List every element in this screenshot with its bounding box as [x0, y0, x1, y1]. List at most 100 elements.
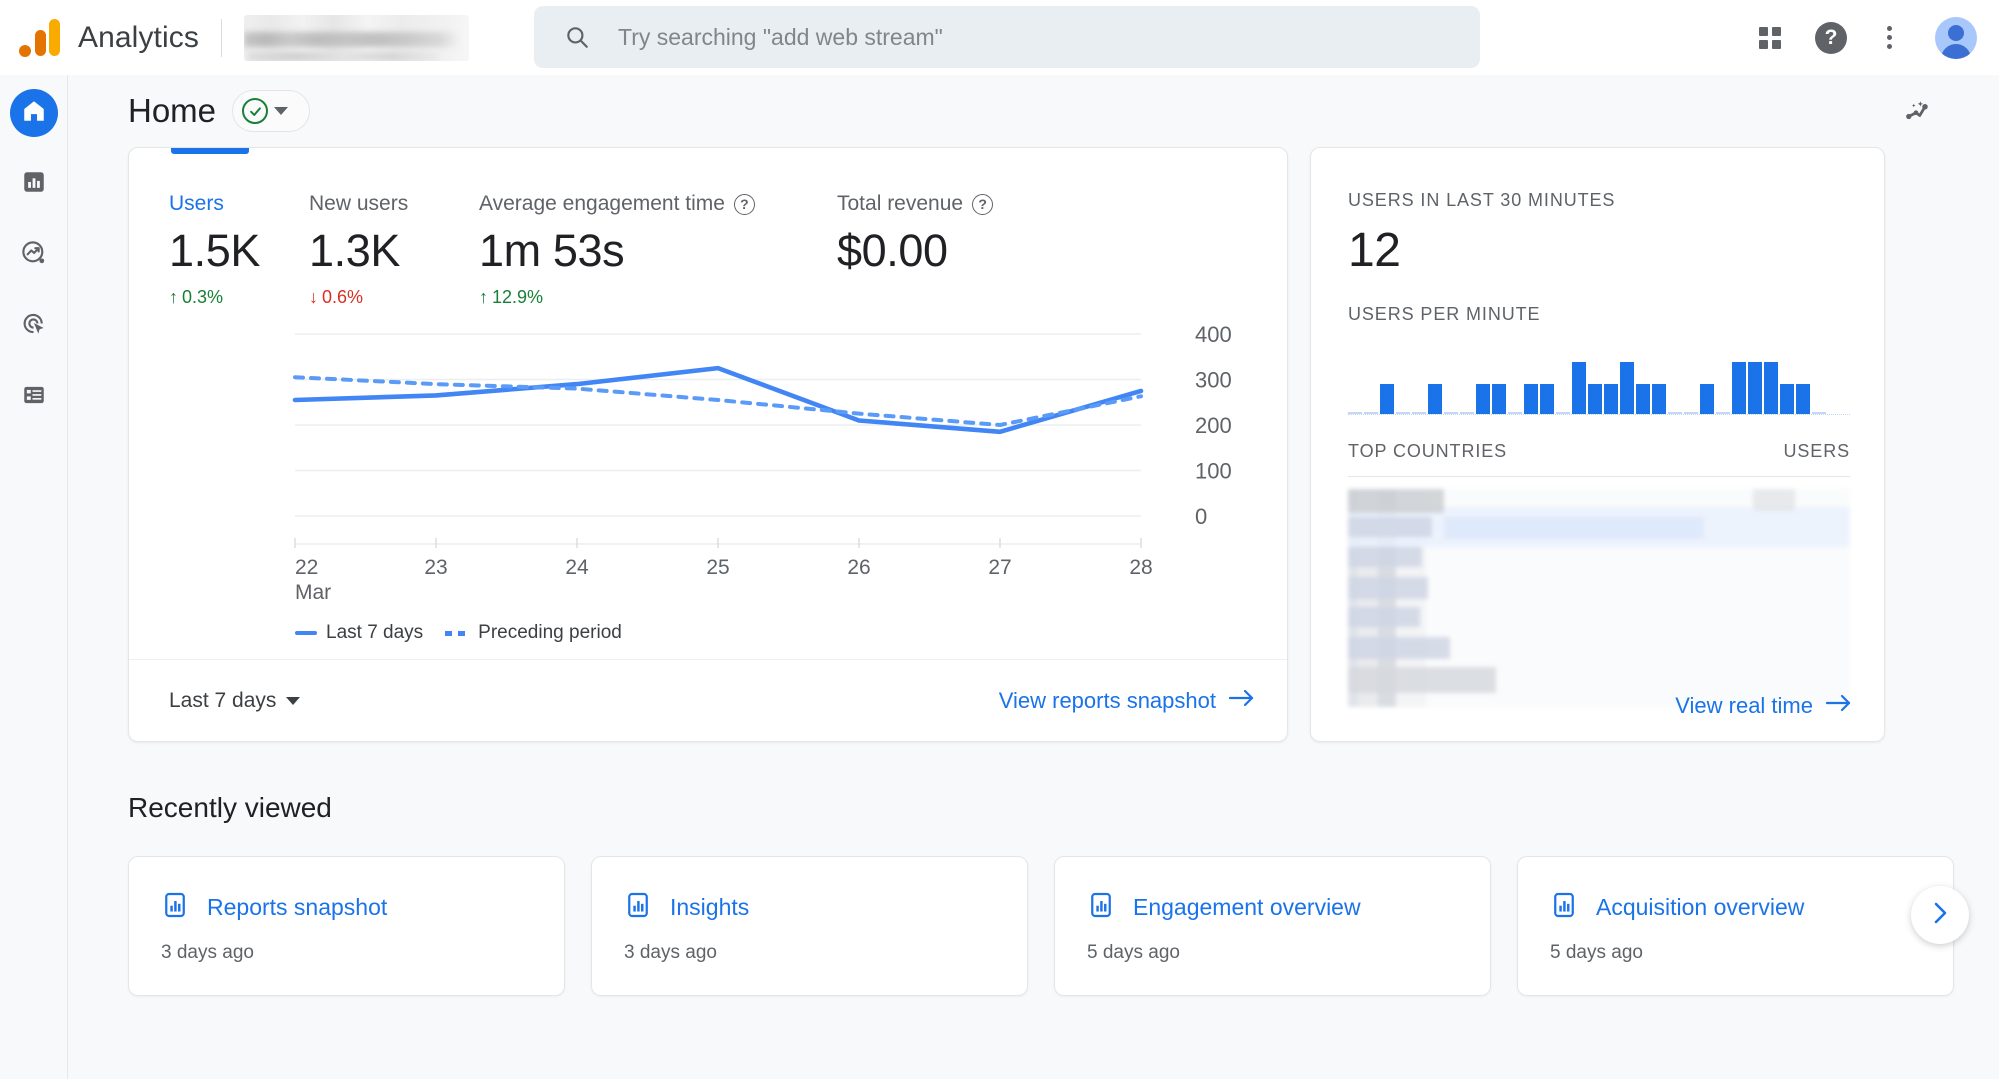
metric-average-engagement-time[interactable]: Average engagement time ? 1m 53s ↑ 12.9% [479, 192, 837, 308]
property-selector[interactable] [244, 15, 469, 61]
users-per-minute-bar [1636, 384, 1650, 414]
help-tooltip-icon[interactable]: ? [734, 194, 755, 215]
users-per-minute-bar [1540, 384, 1554, 414]
metric-new-users[interactable]: New users 1.3K ↓ 0.6% [309, 192, 479, 308]
report-chart-icon [1087, 891, 1115, 924]
sidebar-item-home[interactable] [10, 89, 58, 137]
users-per-minute-bar [1748, 362, 1762, 414]
page-title: Home [128, 92, 216, 130]
y-axis-tick: 400 [1195, 326, 1232, 347]
active-tab-indicator [171, 148, 249, 154]
carousel-next-button[interactable] [1911, 886, 1969, 944]
realtime-card: USERS IN LAST 30 MINUTES 12 USERS PER MI… [1310, 147, 1885, 742]
legend-solid-line-icon [295, 631, 317, 635]
users-per-minute-bar [1812, 412, 1826, 414]
help-tooltip-icon[interactable]: ? [972, 194, 993, 215]
realtime-users-label: USERS IN LAST 30 MINUTES [1348, 190, 1850, 211]
avatar[interactable] [1935, 17, 1977, 59]
users-per-minute-bar [1684, 412, 1698, 414]
metrics-row: Users 1.5K ↑ 0.3% New users 1.3K ↓ 0.6% [129, 148, 1287, 308]
users-line-chart[interactable]: 400300200100022232425262728Mar [129, 326, 1287, 616]
sidebar-item-reports[interactable] [10, 160, 58, 208]
recently-viewed-card[interactable]: Acquisition overview 5 days ago [1517, 856, 1954, 996]
recently-viewed-time: 5 days ago [1550, 942, 1953, 964]
metric-total-revenue[interactable]: Total revenue ? $0.00 [837, 192, 1037, 308]
date-range-selector[interactable]: Last 7 days [169, 689, 300, 713]
recently-viewed-name: Engagement overview [1133, 894, 1361, 921]
metric-label: Average engagement time ? [479, 192, 837, 216]
users-column-label: USERS [1783, 441, 1850, 462]
sidebar-item-advertising[interactable] [10, 302, 58, 350]
list-icon [21, 382, 47, 413]
x-axis-tick: 28 [1129, 556, 1152, 579]
recently-viewed-name: Reports snapshot [207, 894, 387, 921]
report-chart-icon [624, 891, 652, 924]
recently-viewed-time: 3 days ago [161, 942, 564, 964]
more-options-icon[interactable] [1869, 18, 1909, 58]
line-chart-svg: 400300200100022232425262728Mar [129, 326, 1288, 614]
sidebar-item-explore[interactable] [10, 231, 58, 279]
insights-sparkle-icon[interactable] [1895, 88, 1941, 134]
users-per-minute-bar [1732, 362, 1746, 414]
recently-viewed-name: Insights [670, 894, 749, 921]
target-cursor-icon [20, 310, 47, 342]
users-per-minute-bar [1620, 362, 1634, 414]
chart-series-preceding [295, 377, 1141, 425]
users-per-minute-bar [1588, 384, 1602, 414]
users-per-minute-bar [1764, 362, 1778, 414]
legend-dotted-line-icon [445, 631, 469, 636]
users-per-minute-bar [1492, 384, 1506, 414]
left-sidebar [0, 75, 68, 1079]
users-per-minute-bar [1796, 384, 1810, 414]
realtime-card-footer: View real time [1675, 693, 1852, 719]
sidebar-item-configure[interactable] [10, 373, 58, 421]
x-axis-tick: 27 [988, 556, 1011, 579]
arrow-right-icon [1229, 688, 1255, 714]
users-per-minute-bar-chart [1348, 343, 1850, 415]
legend-item-preceding[interactable]: Preceding period [445, 622, 622, 644]
brand-title: Analytics [78, 21, 199, 55]
status-badge[interactable] [232, 90, 310, 132]
chevron-down-icon [286, 697, 300, 705]
x-axis-tick: 24 [565, 556, 589, 579]
arrow-up-icon: ↑ [479, 287, 488, 308]
legend-item-current[interactable]: Last 7 days [295, 622, 423, 644]
users-per-minute-bar [1556, 412, 1570, 414]
recently-viewed-card[interactable]: Insights3 days ago [591, 856, 1028, 996]
page-header: Home [68, 75, 1999, 147]
y-axis-tick: 300 [1195, 368, 1232, 393]
check-circle-icon [242, 98, 268, 124]
metric-delta: ↓ 0.6% [309, 287, 479, 308]
apps-grid-icon[interactable] [1747, 15, 1793, 61]
chevron-right-icon [1929, 900, 1951, 931]
help-icon[interactable]: ? [1815, 22, 1847, 54]
users-per-minute-bar [1396, 412, 1410, 414]
recently-viewed-name: Acquisition overview [1596, 894, 1804, 921]
view-real-time-link[interactable]: View real time [1675, 693, 1852, 719]
y-axis-tick: 200 [1195, 413, 1232, 438]
search-icon [564, 24, 590, 50]
metric-value: 1m 53s [479, 225, 837, 277]
top-countries-table-redacted [1348, 489, 1850, 707]
metric-users[interactable]: Users 1.5K ↑ 0.3% [169, 192, 309, 308]
search-bar[interactable]: Try searching "add web stream" [534, 6, 1480, 68]
header-divider [221, 19, 222, 57]
users-per-minute-bar [1524, 384, 1538, 414]
users-per-minute-bar [1572, 362, 1586, 414]
recently-viewed-card[interactable]: Reports snapshot 3 days ago [128, 856, 565, 996]
users-per-minute-bar [1716, 412, 1730, 414]
metric-value: $0.00 [837, 225, 1037, 277]
recently-viewed-card[interactable]: Engagement overview 5 days ago [1054, 856, 1491, 996]
recently-viewed-time: 5 days ago [1087, 942, 1490, 964]
users-per-minute-bar [1380, 384, 1394, 414]
x-axis-tick: 22 [295, 556, 318, 579]
users-per-minute-bar [1652, 384, 1666, 414]
view-reports-snapshot-link[interactable]: View reports snapshot [999, 688, 1255, 714]
overview-card: Users 1.5K ↑ 0.3% New users 1.3K ↓ 0.6% [128, 147, 1288, 742]
users-per-minute-bar [1460, 412, 1474, 414]
users-per-minute-bar [1348, 412, 1362, 414]
x-axis-tick: 23 [424, 556, 447, 579]
analytics-logo-icon [18, 16, 62, 60]
recently-viewed-title: Recently viewed [68, 742, 1999, 824]
chart-legend: Last 7 days Preceding period [129, 622, 1287, 644]
